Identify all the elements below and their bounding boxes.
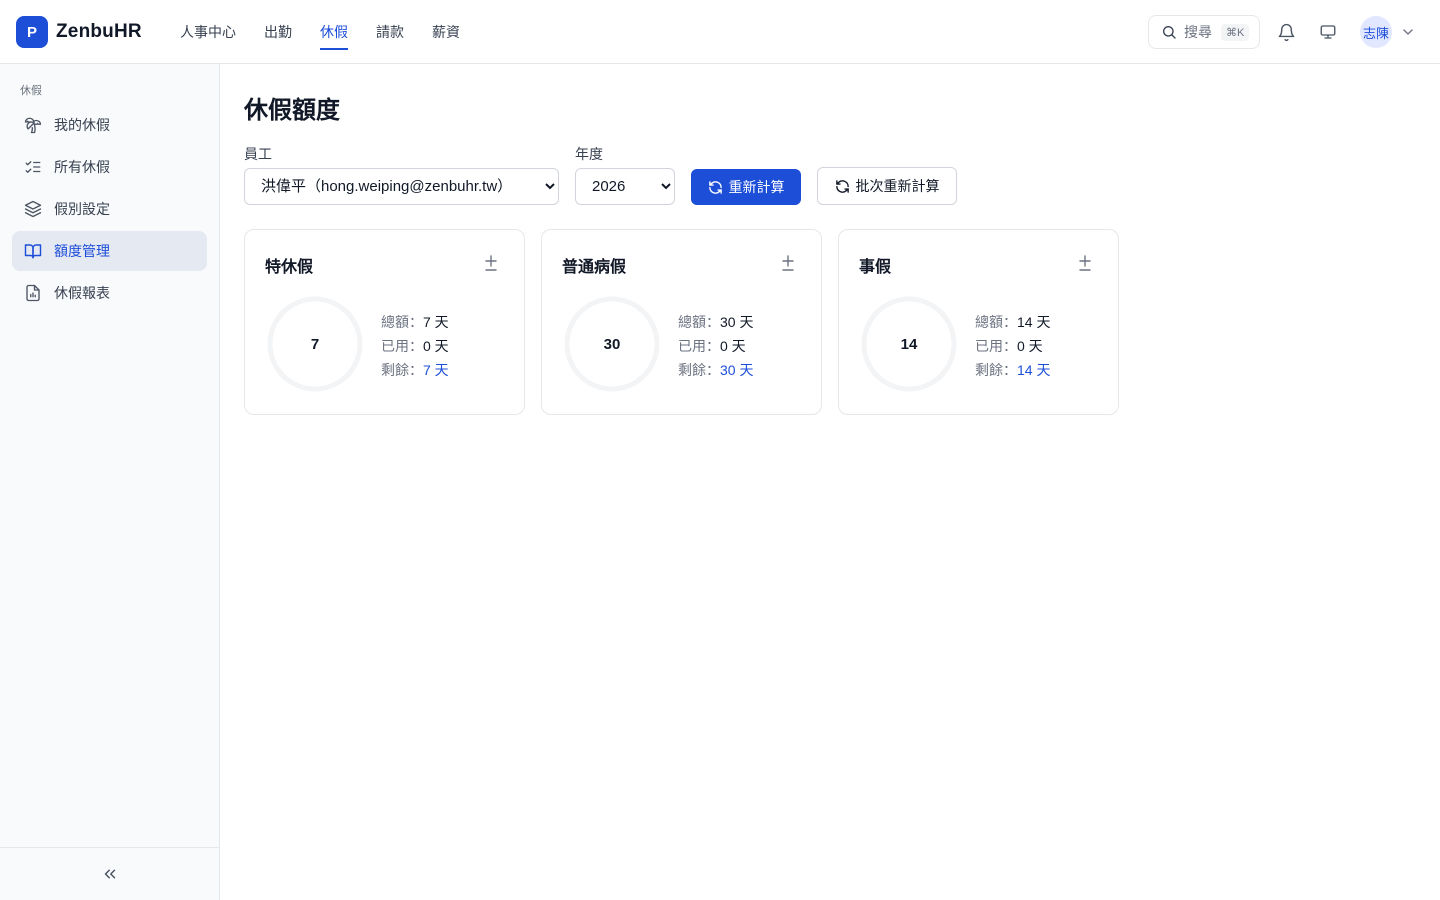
total-label: 總額： bbox=[975, 314, 1017, 330]
employee-label: 員工 bbox=[244, 146, 272, 162]
topnav-item-leave[interactable]: 休假 bbox=[320, 0, 348, 64]
top-bar: P ZenbuHR 人事中心 出勤 休假 請款 薪資 搜尋 ⌘K 志陳 bbox=[0, 0, 1440, 64]
topnav-item-expense[interactable]: 請款 bbox=[376, 0, 404, 64]
brand-name: ZenbuHR bbox=[56, 21, 142, 42]
remain-label: 剩餘： bbox=[975, 362, 1017, 378]
employee-select[interactable]: 洪偉平（hong.weiping@zenbuhr.tw） bbox=[244, 168, 559, 205]
sidebar-item-label: 額度管理 bbox=[54, 243, 110, 259]
used-label: 已用： bbox=[975, 338, 1017, 354]
page-title: 休假額度 bbox=[244, 97, 340, 124]
used-value: 0 天 bbox=[1017, 338, 1043, 354]
sidebar-item-all-leave[interactable]: 所有休假 bbox=[12, 147, 207, 187]
recalculate-button[interactable]: 重新計算 bbox=[691, 169, 801, 205]
chevrons-left-icon bbox=[101, 865, 119, 883]
batch-recalculate-button[interactable]: 批次重新計算 bbox=[817, 167, 957, 205]
batch-recalculate-label: 批次重新計算 bbox=[855, 178, 940, 194]
quota-ring-value: 14 bbox=[900, 335, 918, 353]
recalculate-label: 重新計算 bbox=[728, 179, 785, 195]
sidebar-item-leave-report[interactable]: 休假報表 bbox=[12, 273, 207, 313]
total-value: 7 天 bbox=[423, 314, 449, 330]
search-label: 搜尋 bbox=[1184, 24, 1212, 40]
quota-card: 普通病假 30 總額：30 天 已用：0 天 剩餘：30 天 bbox=[541, 229, 822, 415]
plus-minus-icon[interactable] bbox=[483, 254, 499, 274]
brand[interactable]: P ZenbuHR bbox=[16, 16, 142, 48]
avatar[interactable]: 志陳 bbox=[1360, 16, 1392, 48]
search-icon bbox=[1161, 24, 1177, 40]
top-nav: 人事中心 出勤 休假 請款 薪資 bbox=[180, 0, 460, 64]
used-value: 0 天 bbox=[423, 338, 449, 354]
topnav-item-attendance[interactable]: 出勤 bbox=[264, 0, 292, 64]
remain-value: 14 天 bbox=[1017, 362, 1051, 378]
refresh-icon bbox=[708, 180, 723, 195]
book-open-icon bbox=[24, 242, 42, 260]
monitor-icon[interactable] bbox=[1316, 20, 1340, 44]
sidebar-list: 我的休假 所有休假 假別設定 額度管理 休假報表 bbox=[12, 105, 207, 315]
sidebar-collapse-button[interactable] bbox=[0, 847, 219, 900]
refresh-icon bbox=[835, 179, 850, 194]
quota-ring-value: 30 bbox=[603, 335, 621, 353]
sidebar-item-leave-types[interactable]: 假別設定 bbox=[12, 189, 207, 229]
layers-icon bbox=[24, 200, 42, 218]
quota-stats: 總額：7 天 已用：0 天 剩餘：7 天 bbox=[381, 310, 449, 382]
report-file-icon bbox=[24, 284, 42, 302]
topnav-item-hr[interactable]: 人事中心 bbox=[180, 0, 236, 64]
plus-minus-icon[interactable] bbox=[1077, 254, 1093, 274]
total-value: 14 天 bbox=[1017, 314, 1051, 330]
used-label: 已用： bbox=[381, 338, 423, 354]
list-checks-icon bbox=[24, 158, 42, 176]
total-value: 30 天 bbox=[720, 314, 754, 330]
year-label: 年度 bbox=[575, 146, 603, 162]
total-label: 總額： bbox=[678, 314, 720, 330]
sidebar: 休假 我的休假 所有休假 假別設定 額度管理 休假報表 bbox=[0, 64, 220, 900]
quota-card: 事假 14 總額：14 天 已用：0 天 剩餘：14 天 bbox=[838, 229, 1119, 415]
chevron-down-icon[interactable] bbox=[1400, 24, 1416, 40]
remain-value: 30 天 bbox=[720, 362, 754, 378]
quota-stats: 總額：14 天 已用：0 天 剩餘：14 天 bbox=[975, 310, 1050, 382]
sidebar-item-label: 我的休假 bbox=[54, 117, 110, 133]
plus-minus-icon[interactable] bbox=[780, 254, 796, 274]
quota-cards: 特休假 7 總額：7 天 已用：0 天 剩餘：7 天 普通病假 30 總額：30… bbox=[244, 229, 1119, 415]
sidebar-item-label: 休假報表 bbox=[54, 285, 110, 301]
sidebar-item-label: 所有休假 bbox=[54, 159, 110, 175]
quota-card-title: 特休假 bbox=[265, 259, 314, 276]
sidebar-item-my-leave[interactable]: 我的休假 bbox=[12, 105, 207, 145]
year-select[interactable]: 2026 bbox=[575, 168, 675, 205]
sidebar-item-quota-management[interactable]: 額度管理 bbox=[12, 231, 207, 271]
quota-ring-value: 7 bbox=[310, 335, 320, 353]
palm-tree-icon bbox=[24, 116, 42, 134]
used-label: 已用： bbox=[678, 338, 720, 354]
search-shortcut: ⌘K bbox=[1221, 23, 1250, 41]
topnav-item-payroll[interactable]: 薪資 bbox=[432, 0, 460, 64]
sidebar-item-label: 假別設定 bbox=[54, 201, 110, 217]
remain-label: 剩餘： bbox=[678, 362, 720, 378]
used-value: 0 天 bbox=[720, 338, 746, 354]
quota-card-title: 普通病假 bbox=[562, 259, 627, 276]
quota-stats: 總額：30 天 已用：0 天 剩餘：30 天 bbox=[678, 310, 753, 382]
remain-value: 7 天 bbox=[423, 362, 449, 378]
total-label: 總額： bbox=[381, 314, 423, 330]
search-button[interactable]: 搜尋 ⌘K bbox=[1148, 15, 1260, 49]
quota-card-title: 事假 bbox=[859, 259, 892, 276]
brand-logo: P bbox=[16, 16, 48, 48]
bell-icon[interactable] bbox=[1274, 20, 1298, 44]
quota-card: 特休假 7 總額：7 天 已用：0 天 剩餘：7 天 bbox=[244, 229, 525, 415]
sidebar-section-title: 休假 bbox=[20, 85, 42, 97]
remain-label: 剩餘： bbox=[381, 362, 423, 378]
